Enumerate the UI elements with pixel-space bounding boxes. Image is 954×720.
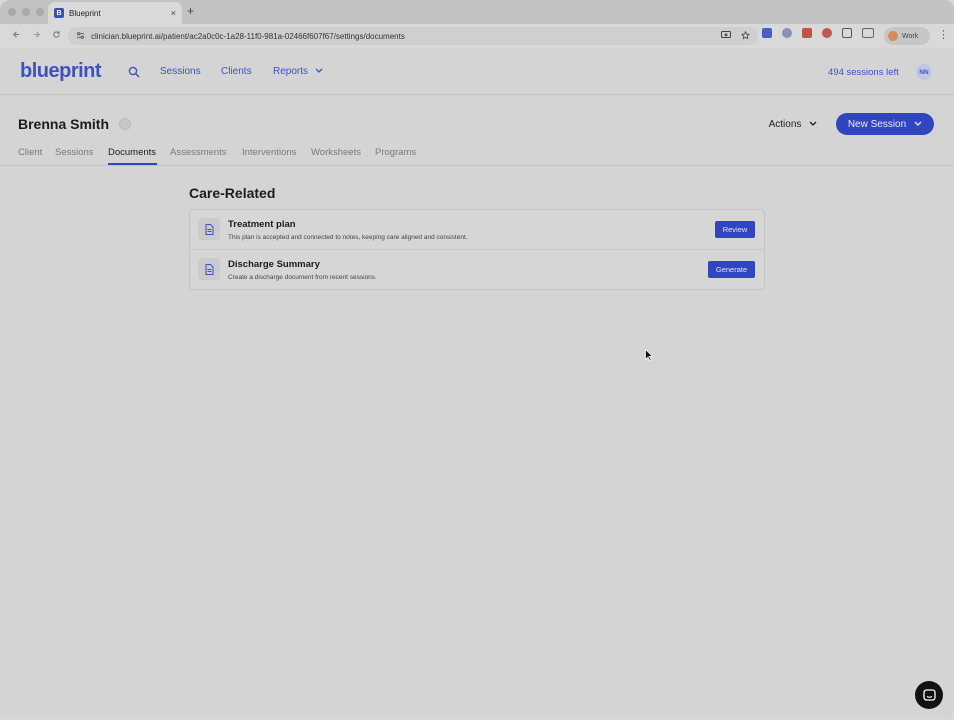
nav-sessions-link[interactable]: Sessions — [160, 66, 201, 77]
document-description: Create a discharge document from recent … — [228, 274, 377, 281]
browser-window: B Blueprint × + clinician.blueprint.ai/p… — [0, 0, 954, 718]
active-tab-indicator — [108, 163, 157, 165]
address-bar[interactable]: clinician.blueprint.ai/patient/ac2a0c0c-… — [68, 27, 758, 45]
extension-3-icon[interactable] — [802, 28, 812, 38]
extensions-area — [762, 28, 874, 38]
chevron-down-icon — [809, 121, 817, 126]
profile-label: Work — [902, 32, 919, 40]
extension-1-icon[interactable] — [762, 28, 772, 38]
new-tab-icon[interactable]: + — [187, 4, 194, 18]
chevron-down-icon — [914, 121, 922, 126]
new-session-label: New Session — [847, 118, 907, 130]
new-session-button[interactable]: New Session — [836, 113, 934, 135]
back-icon[interactable] — [6, 30, 26, 42]
review-button[interactable]: Review — [715, 221, 755, 238]
chevron-down-icon — [315, 68, 323, 73]
search-icon[interactable] — [128, 65, 140, 78]
nav-reports-label: Reports — [273, 66, 309, 77]
reload-icon[interactable] — [46, 30, 66, 42]
url-text: clinician.blueprint.ai/patient/ac2a0c0c-… — [91, 31, 405, 41]
extensions-puzzle-icon[interactable] — [842, 28, 852, 38]
tab-programs[interactable]: Programs — [375, 147, 416, 158]
close-window-button[interactable] — [8, 8, 16, 16]
side-panel-icon[interactable] — [862, 28, 874, 38]
document-description: This plan is accepted and connected to n… — [228, 234, 468, 241]
nav-reports-link[interactable]: Reports — [273, 66, 323, 77]
app-header: blueprint Sessions Clients Reports 494 s… — [0, 48, 954, 95]
document-title: Treatment plan — [228, 219, 296, 230]
maximize-window-button[interactable] — [36, 8, 44, 16]
browser-toolbar: clinician.blueprint.ai/patient/ac2a0c0c-… — [0, 24, 954, 48]
tab-interventions[interactable]: Interventions — [242, 147, 296, 158]
actions-label: Actions — [768, 118, 802, 130]
mouse-cursor-icon — [645, 349, 653, 361]
profile-avatar-icon — [888, 31, 898, 41]
site-settings-icon[interactable] — [76, 31, 85, 42]
forward-icon[interactable] — [26, 30, 46, 42]
profile-button[interactable]: Work — [884, 27, 930, 45]
install-app-icon[interactable] — [721, 30, 731, 42]
user-avatar[interactable]: NN — [916, 64, 932, 80]
patient-tabs: Client Sessions Documents Assessments In… — [0, 144, 954, 166]
tab-documents[interactable]: Documents — [108, 147, 156, 158]
actions-dropdown-button[interactable]: Actions — [760, 113, 826, 135]
sessions-left-counter: 494 sessions left — [828, 67, 899, 78]
browser-menu-icon[interactable]: ⋮ — [938, 28, 949, 41]
document-icon — [198, 258, 220, 280]
close-tab-icon[interactable]: × — [171, 8, 176, 18]
documents-card: Treatment plan This plan is accepted and… — [189, 209, 765, 290]
blueprint-logo[interactable]: blueprint — [20, 60, 102, 83]
tab-client[interactable]: Client — [18, 147, 42, 158]
document-row-treatment-plan: Treatment plan This plan is accepted and… — [190, 210, 764, 250]
tab-worksheets[interactable]: Worksheets — [311, 147, 361, 158]
minimize-window-button[interactable] — [22, 8, 30, 16]
document-title: Discharge Summary — [228, 259, 320, 270]
nav-clients-link[interactable]: Clients — [221, 66, 252, 77]
extension-2-icon[interactable] — [782, 28, 792, 38]
tab-title: Blueprint — [69, 8, 101, 18]
window-controls — [8, 8, 44, 16]
chat-icon — [922, 688, 936, 701]
patient-status-icon — [119, 118, 131, 130]
browser-tab[interactable]: B Blueprint × — [48, 2, 182, 24]
generate-button[interactable]: Generate — [708, 261, 755, 278]
bookmark-star-icon[interactable] — [740, 30, 751, 42]
tab-sessions[interactable]: Sessions — [55, 147, 94, 158]
blueprint-favicon-icon: B — [54, 8, 64, 18]
section-title: Care-Related — [189, 185, 276, 201]
extension-4-icon[interactable] — [822, 28, 832, 38]
tab-assessments[interactable]: Assessments — [170, 147, 227, 158]
chat-support-button[interactable] — [915, 681, 943, 709]
patient-name: Brenna Smith — [18, 116, 110, 132]
browser-tab-strip: B Blueprint × + — [0, 0, 954, 24]
document-icon — [198, 218, 220, 240]
document-row-discharge-summary: Discharge Summary Create a discharge doc… — [190, 250, 764, 290]
